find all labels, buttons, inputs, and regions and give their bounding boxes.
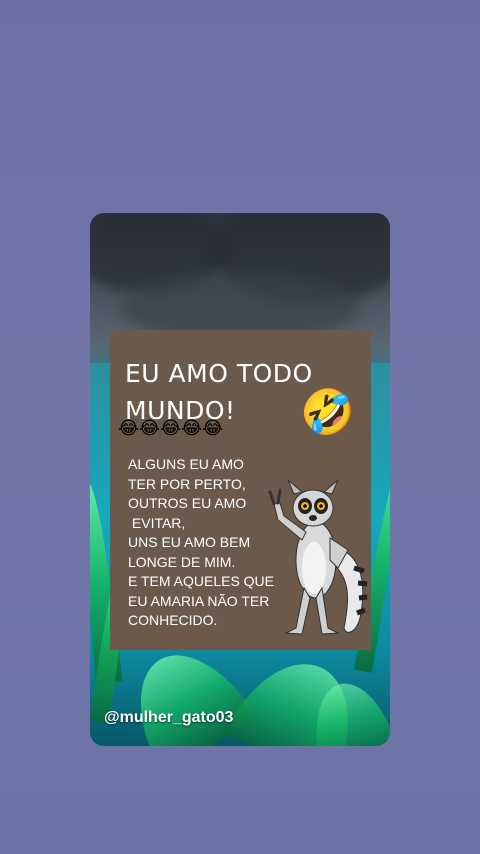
story-card: EU AMO TODO MUNDO! 🤣 😂😂😂😂😂 ALGUNS EU AMO… (90, 213, 390, 746)
quote-panel: EU AMO TODO MUNDO! 🤣 😂😂😂😂😂 ALGUNS EU AMO… (110, 330, 371, 650)
lemur-icon (268, 479, 368, 635)
laughing-emojis-icon: 😂😂😂😂😂 (118, 418, 224, 439)
rolling-laughing-emoji-icon: 🤣 (300, 387, 355, 438)
account-watermark: @mulher_gato03 (104, 709, 234, 726)
